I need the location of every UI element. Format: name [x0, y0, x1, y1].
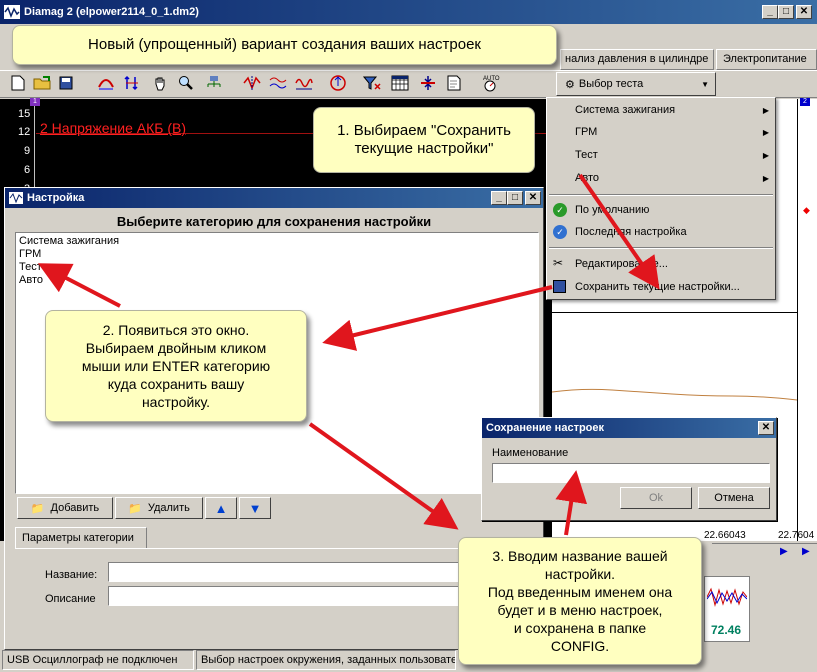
arrow-step1 — [578, 173, 660, 290]
arrow-step3-to-input — [555, 470, 588, 536]
callout-step1: 1. Выбираем "Сохранить текущие настройки… — [313, 107, 535, 173]
callout-step2: 2. Появиться это окно. Выбираем двойным … — [45, 310, 307, 422]
callout-step3: 3. Вводим название вашей настройки. Под … — [458, 537, 702, 665]
arrow-step2-to-list — [37, 263, 121, 308]
callout-top: Новый (упрощенный) вариант создания ваши… — [12, 25, 557, 65]
arrow-step2-to-dialog — [308, 422, 459, 530]
arrow-menu-to-window — [322, 285, 553, 351]
